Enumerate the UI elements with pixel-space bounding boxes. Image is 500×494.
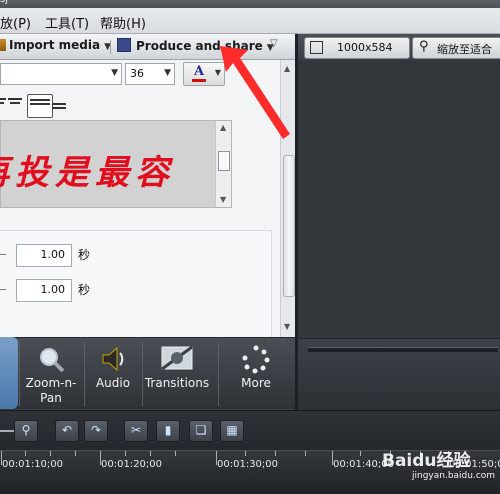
timing-options: 1.00 秒 1.00 秒 xyxy=(0,230,272,338)
text-editor-scrollbar[interactable]: ▲ ▼ xyxy=(215,121,231,207)
resize-icon xyxy=(310,41,323,54)
canvas-size-label: 1000x584 xyxy=(337,41,393,54)
font-size-value: 36 xyxy=(130,67,144,80)
ruler-tick xyxy=(25,451,26,456)
align-center-icon[interactable] xyxy=(8,96,22,110)
tab-label: Zoom-n-Pan xyxy=(25,376,77,405)
main-toolbar: Import media ▼ Produce and share ▼ ▽ xyxy=(0,34,295,60)
color-swatch xyxy=(192,79,206,82)
indent-marker xyxy=(0,254,6,255)
time-label: 00:01:20;00 xyxy=(101,459,163,470)
chevron-down-icon: ▼ xyxy=(111,68,118,78)
redo-icon[interactable]: ↷ xyxy=(84,420,108,442)
speaker-icon xyxy=(102,346,124,372)
watermark-url: jingyan.baidu.com xyxy=(412,471,496,481)
toolbar-divider xyxy=(110,40,111,54)
canvas-size-button[interactable]: 1000x584 xyxy=(304,37,410,59)
panel-scrollbar[interactable]: ▲ ▼ xyxy=(280,60,295,337)
title-fragment: sj xyxy=(0,0,8,5)
tab-divider xyxy=(218,342,219,406)
ruler-tick xyxy=(150,451,151,456)
align-middle-icon[interactable] xyxy=(27,94,53,118)
menu-bar: 放(P) 工具(T) 帮助(H) xyxy=(0,8,500,34)
scroll-thumb[interactable] xyxy=(283,155,295,297)
chevron-down-icon: ▼ xyxy=(214,68,221,77)
title-bar: sj xyxy=(0,0,500,8)
watermark-logo: Baidu经验 xyxy=(382,451,471,471)
menu-help[interactable]: 帮助(H) xyxy=(100,13,146,32)
ruler-tick xyxy=(125,451,126,456)
cut-icon[interactable]: ✂ xyxy=(124,420,148,442)
fade-in-value: 1.00 xyxy=(40,248,66,261)
zoom-search-icon[interactable]: ⚲ xyxy=(14,420,38,442)
produce-share-button[interactable]: Produce and share ▼ xyxy=(117,38,274,53)
ruler-tick xyxy=(50,451,51,456)
scroll-thumb[interactable] xyxy=(218,151,230,171)
preview-toolbar: 1000x584 ⚲ 缩放至适合 xyxy=(298,34,500,60)
ruler-tick xyxy=(245,451,246,456)
toolbar-overflow-icon[interactable]: ▽ xyxy=(270,38,278,49)
import-media-label: Import media xyxy=(9,38,101,52)
fade-out-input[interactable]: 1.00 xyxy=(16,279,72,302)
split-icon[interactable]: ▮ xyxy=(156,420,180,442)
import-media-button[interactable]: Import media ▼ xyxy=(0,38,111,52)
produce-share-label: Produce and share xyxy=(136,39,263,53)
ruler-tick xyxy=(305,451,306,456)
task-tabs: ts Zoom-n-Pan Audio Transitions More xyxy=(0,337,295,409)
preview-canvas[interactable] xyxy=(298,60,500,338)
menu-play[interactable]: 放(P) xyxy=(0,13,31,32)
scroll-down-icon[interactable]: ▼ xyxy=(284,322,290,331)
tab-more[interactable]: More xyxy=(225,338,287,410)
seconds-unit: 秒 xyxy=(78,248,91,262)
tab-transitions[interactable]: Transitions xyxy=(143,338,211,410)
align-bottom-icon[interactable] xyxy=(52,96,66,110)
magnifier-icon xyxy=(40,348,65,373)
seek-bar[interactable] xyxy=(308,347,498,352)
tab-audio[interactable]: Audio xyxy=(85,338,141,410)
font-size-select[interactable]: 36 ▼ xyxy=(125,63,175,85)
ruler-tick xyxy=(75,451,76,456)
copy-icon[interactable]: ❏ xyxy=(189,420,213,442)
time-label: 00:01:30;00 xyxy=(217,459,279,470)
ruler-tick xyxy=(275,451,276,456)
menu-tools[interactable]: 工具(T) xyxy=(45,13,89,32)
indent-marker xyxy=(0,289,6,290)
search-icon: ⚲ xyxy=(419,39,429,54)
active-tab-highlight xyxy=(0,337,18,409)
chevron-down-icon: ▼ xyxy=(164,68,171,78)
tab-zoom-n-pan[interactable]: Zoom-n-Pan xyxy=(20,338,82,410)
scroll-up-icon[interactable]: ▲ xyxy=(220,123,226,132)
undo-icon[interactable]: ↶ xyxy=(55,420,79,442)
tab-label: Transitions xyxy=(144,376,210,390)
ruler-tick xyxy=(175,451,176,456)
zoom-fit-label: 缩放至适合 xyxy=(437,43,492,56)
seconds-unit: 秒 xyxy=(78,283,91,297)
font-color-icon: A xyxy=(194,64,205,79)
zoom-fit-button[interactable]: ⚲ 缩放至适合 xyxy=(412,37,500,59)
text-color-button[interactable]: A ▼ xyxy=(183,62,225,86)
text-editor[interactable]: 再投是最容 xyxy=(0,120,232,208)
paste-icon[interactable]: ▦ xyxy=(220,420,244,442)
scroll-down-icon[interactable]: ▼ xyxy=(220,195,226,204)
ruler-tick xyxy=(360,451,361,456)
playback-bar xyxy=(298,338,500,410)
film-strip-icon xyxy=(117,38,131,52)
fade-out-value: 1.00 xyxy=(40,283,66,296)
zoom-slider[interactable] xyxy=(0,430,14,432)
tab-label: Audio xyxy=(95,376,131,390)
fade-in-input[interactable]: 1.00 xyxy=(16,244,72,267)
import-icon xyxy=(0,39,6,51)
scroll-up-icon[interactable]: ▲ xyxy=(284,64,290,73)
transition-icon xyxy=(161,345,193,371)
timeline-toolbar: ⚲ ↶ ↷ ✂ ▮ ❏ ▦ xyxy=(0,410,500,450)
tab-label: More xyxy=(241,376,271,390)
font-name-select[interactable]: ▼ xyxy=(0,63,122,85)
time-label: 00:01:10;00 xyxy=(2,459,64,470)
caption-text: 再投是最容 xyxy=(0,153,175,193)
more-dots-icon xyxy=(242,345,270,374)
